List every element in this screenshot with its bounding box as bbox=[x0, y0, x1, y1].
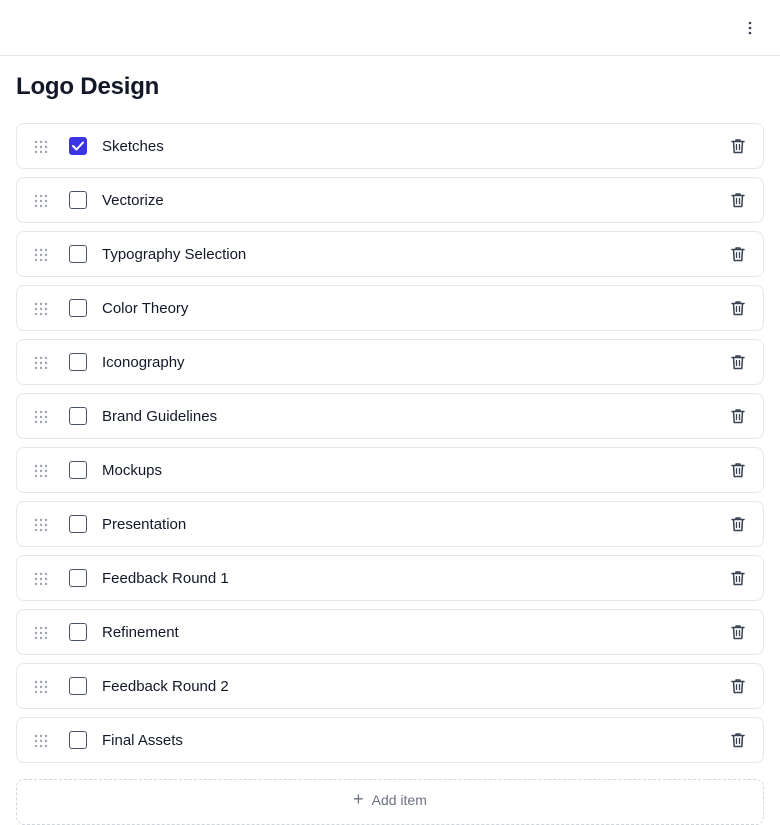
drag-handle-icon[interactable] bbox=[31, 408, 51, 426]
trash-icon bbox=[731, 247, 745, 262]
drag-handle-icon[interactable] bbox=[31, 570, 51, 588]
item-checkbox[interactable] bbox=[69, 245, 87, 263]
item-label: Presentation bbox=[102, 516, 187, 533]
trash-icon bbox=[731, 463, 745, 478]
list-item: Iconography bbox=[16, 339, 764, 385]
list-item: Refinement bbox=[16, 609, 764, 655]
item-checkbox[interactable] bbox=[69, 515, 87, 533]
list-item: Brand Guidelines bbox=[16, 393, 764, 439]
delete-item-button[interactable] bbox=[727, 459, 749, 481]
item-checkbox[interactable] bbox=[69, 461, 87, 479]
item-label: Color Theory bbox=[102, 300, 189, 317]
delete-item-button[interactable] bbox=[727, 621, 749, 643]
delete-item-button[interactable] bbox=[727, 567, 749, 589]
drag-handle-icon[interactable] bbox=[31, 624, 51, 642]
delete-item-button[interactable] bbox=[727, 351, 749, 373]
trash-icon bbox=[731, 301, 745, 316]
item-checkbox[interactable] bbox=[69, 569, 87, 587]
trash-icon bbox=[731, 571, 745, 586]
item-checkbox[interactable] bbox=[69, 299, 87, 317]
delete-item-button[interactable] bbox=[727, 405, 749, 427]
item-label: Iconography bbox=[102, 354, 185, 371]
item-label: Sketches bbox=[102, 138, 164, 155]
delete-item-button[interactable] bbox=[727, 729, 749, 751]
list-item: Feedback Round 2 bbox=[16, 663, 764, 709]
item-label: Refinement bbox=[102, 624, 179, 641]
item-checkbox[interactable] bbox=[69, 677, 87, 695]
item-checkbox[interactable] bbox=[69, 623, 87, 641]
item-label: Mockups bbox=[102, 462, 163, 479]
more-vertical-icon bbox=[748, 21, 752, 35]
more-options-button[interactable] bbox=[736, 14, 764, 42]
trash-icon bbox=[731, 193, 745, 208]
drag-handle-icon[interactable] bbox=[31, 678, 51, 696]
list-item: Mockups bbox=[16, 447, 764, 493]
list-item: Sketches bbox=[16, 123, 764, 169]
plus-icon: + bbox=[353, 789, 364, 809]
drag-handle-icon[interactable] bbox=[31, 300, 51, 318]
list-item: Presentation bbox=[16, 501, 764, 547]
drag-handle-icon[interactable] bbox=[31, 138, 51, 156]
trash-icon bbox=[731, 679, 745, 694]
checklist: Sketches Vectorize Typography Selection … bbox=[16, 123, 764, 771]
item-label: Typography Selection bbox=[102, 246, 247, 263]
delete-item-button[interactable] bbox=[727, 675, 749, 697]
top-bar bbox=[0, 0, 780, 56]
drag-handle-icon[interactable] bbox=[31, 462, 51, 480]
drag-handle-icon[interactable] bbox=[31, 192, 51, 210]
delete-item-button[interactable] bbox=[727, 135, 749, 157]
list-item: Color Theory bbox=[16, 285, 764, 331]
delete-item-button[interactable] bbox=[727, 189, 749, 211]
add-item-label: Add item bbox=[371, 792, 427, 808]
item-checkbox[interactable] bbox=[69, 137, 87, 155]
item-checkbox[interactable] bbox=[69, 191, 87, 209]
drag-handle-icon[interactable] bbox=[31, 246, 51, 264]
item-label: Final Assets bbox=[102, 732, 183, 749]
delete-item-button[interactable] bbox=[727, 243, 749, 265]
delete-item-button[interactable] bbox=[727, 513, 749, 535]
list-item: Vectorize bbox=[16, 177, 764, 223]
trash-icon bbox=[731, 517, 745, 532]
drag-handle-icon[interactable] bbox=[31, 732, 51, 750]
trash-icon bbox=[731, 355, 745, 370]
trash-icon bbox=[731, 139, 745, 154]
item-checkbox[interactable] bbox=[69, 731, 87, 749]
checkmark-icon bbox=[72, 141, 84, 151]
item-label: Feedback Round 2 bbox=[102, 678, 229, 695]
delete-item-button[interactable] bbox=[727, 297, 749, 319]
trash-icon bbox=[731, 625, 745, 640]
drag-handle-icon[interactable] bbox=[31, 354, 51, 372]
add-item-button[interactable]: + Add item bbox=[16, 779, 764, 825]
list-item: Final Assets bbox=[16, 717, 764, 763]
trash-icon bbox=[731, 733, 745, 748]
item-label: Vectorize bbox=[102, 192, 164, 209]
drag-handle-icon[interactable] bbox=[31, 516, 51, 534]
page-title: Logo Design bbox=[16, 73, 160, 100]
list-item: Typography Selection bbox=[16, 231, 764, 277]
trash-icon bbox=[731, 409, 745, 424]
item-checkbox[interactable] bbox=[69, 407, 87, 425]
list-item: Feedback Round 1 bbox=[16, 555, 764, 601]
item-label: Brand Guidelines bbox=[102, 408, 218, 425]
item-label: Feedback Round 1 bbox=[102, 570, 229, 587]
item-checkbox[interactable] bbox=[69, 353, 87, 371]
